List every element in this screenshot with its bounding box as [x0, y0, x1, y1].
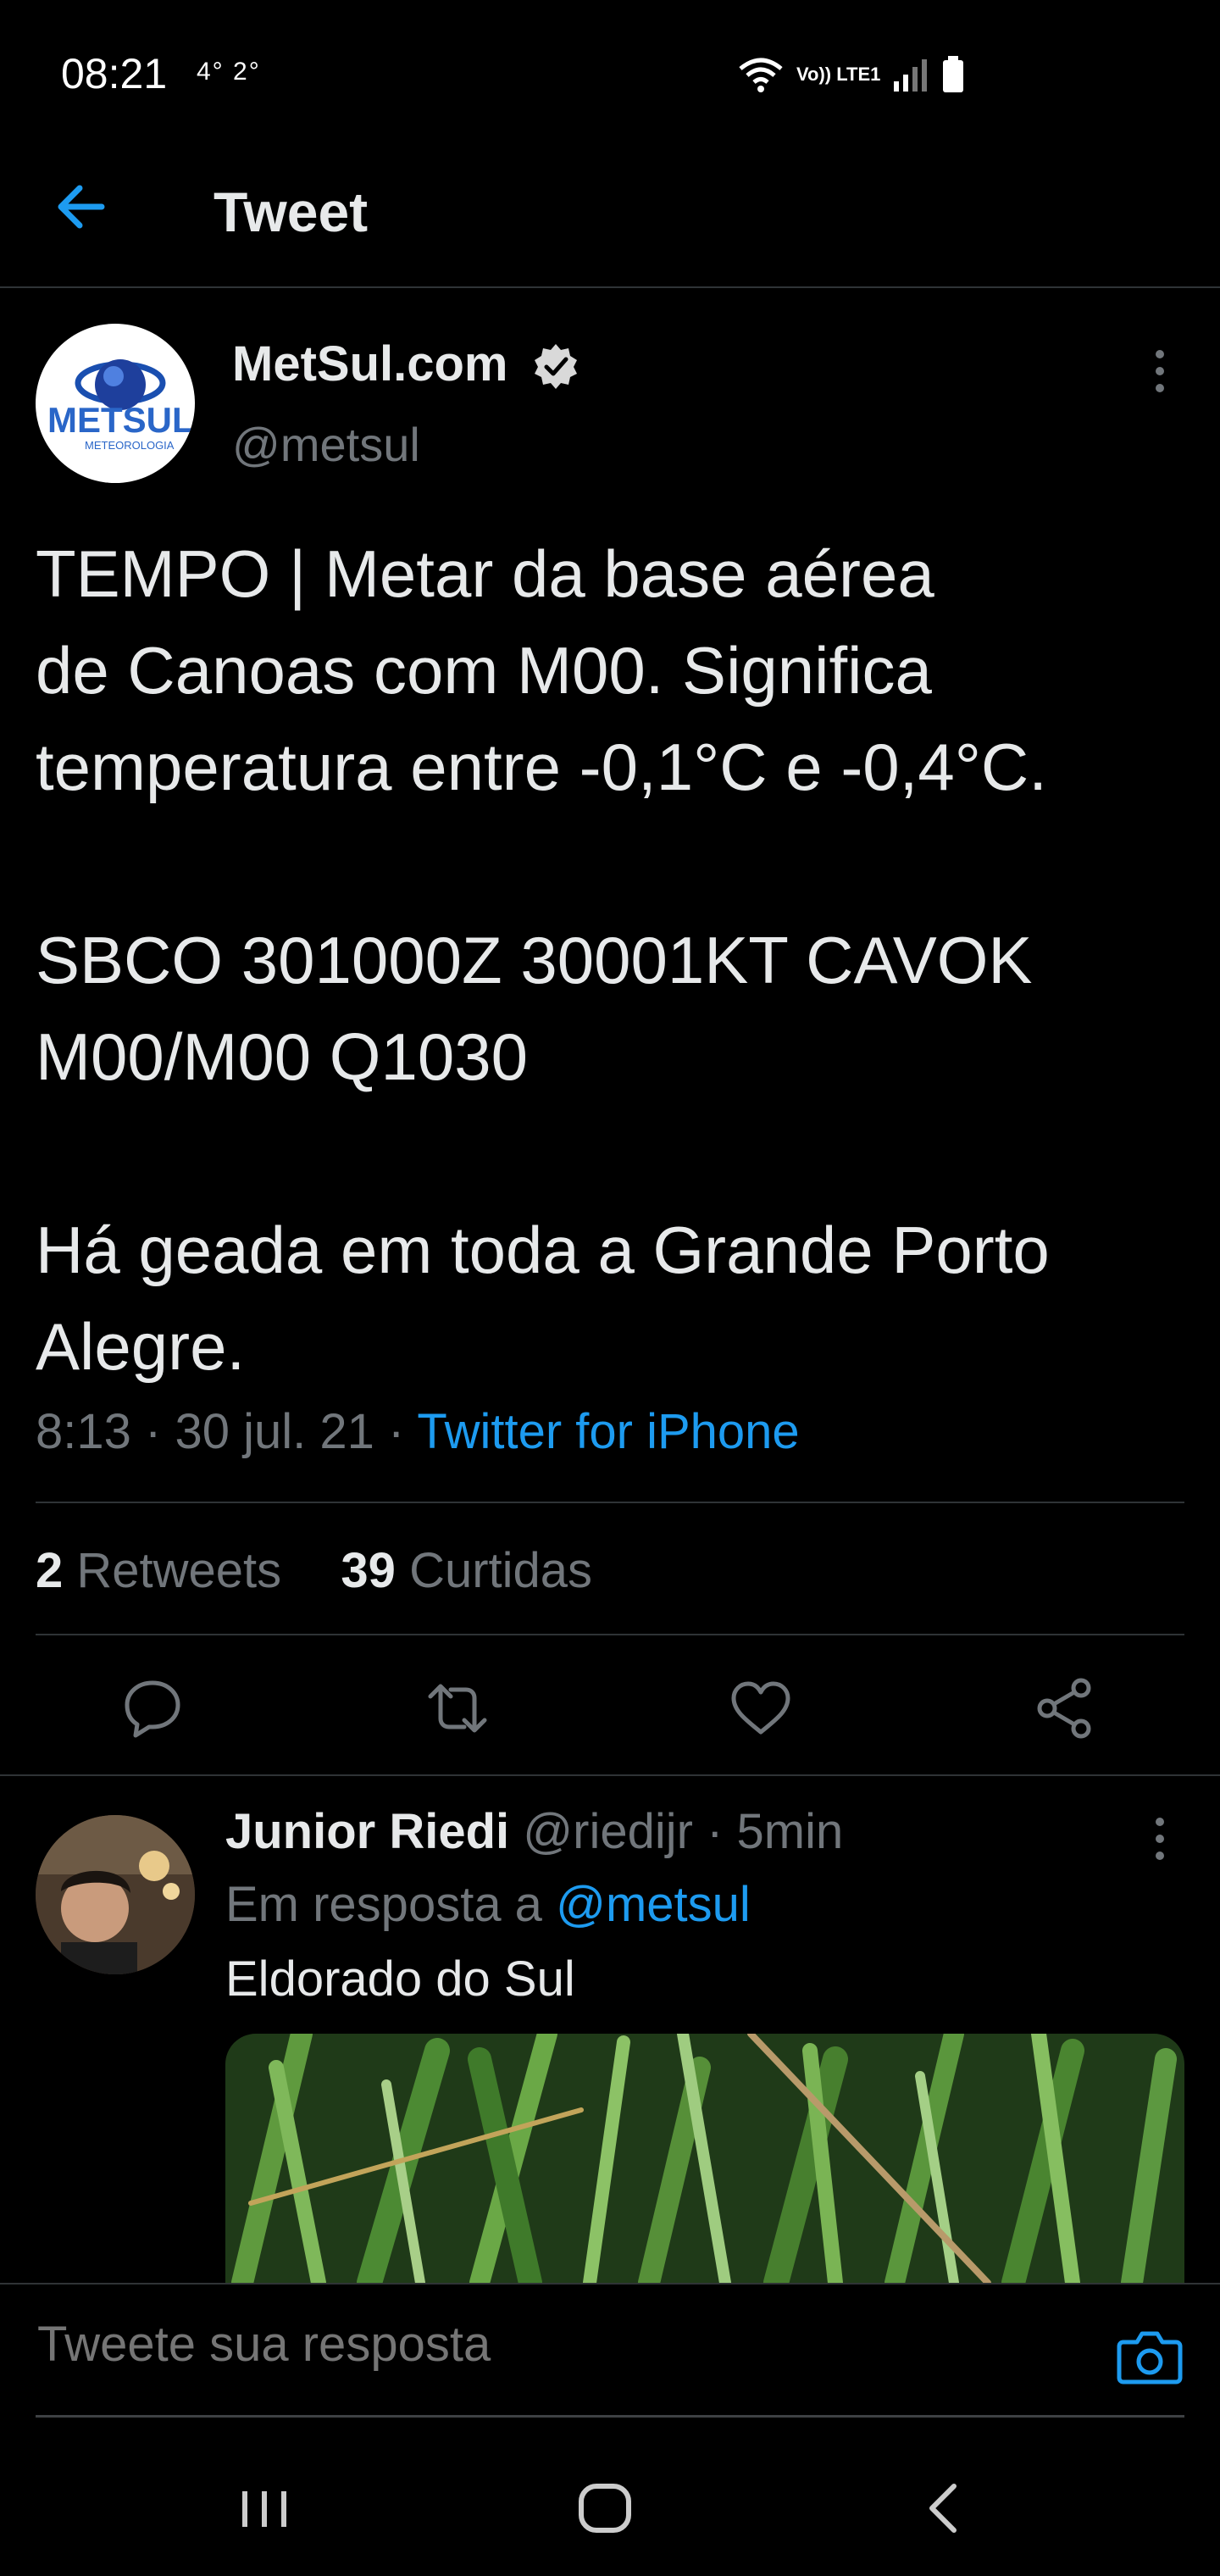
status-temperatures: 4° 2° [197, 58, 261, 86]
status-icons: Vo)) LTE1 [737, 51, 965, 98]
metsul-logo-icon: METSUL METEOROLOGIA [47, 359, 194, 452]
verified-badge-icon [535, 344, 577, 389]
reply-time: 5min [736, 1804, 844, 1859]
retweet-icon[interactable] [424, 1674, 491, 1742]
wifi-icon [739, 58, 783, 92]
tweet-stats: 2 Retweets 39 Curtidas [36, 1542, 592, 1599]
camera-icon[interactable] [1117, 2325, 1183, 2386]
composer-underline [36, 2415, 1184, 2418]
reply-icon[interactable] [119, 1674, 186, 1742]
stats-divider [36, 1634, 1184, 1635]
actions-divider [0, 1774, 1220, 1776]
reply-context: Em resposta a @metsul [225, 1876, 751, 1933]
meta-divider [36, 1502, 1184, 1503]
reply-input[interactable] [36, 2315, 1056, 2373]
user-photo-icon [36, 1815, 195, 1974]
tweet-meta: 8:13 · 30 jul. 21 · Twitter for iPhone [36, 1404, 800, 1459]
header-divider [0, 286, 1220, 288]
more-options-icon[interactable] [1147, 346, 1173, 397]
tweet-date: 30 jul. 21 [175, 1404, 374, 1459]
arrow-left-icon[interactable] [51, 176, 112, 237]
reply-mention-link[interactable]: @metsul [556, 1877, 751, 1932]
reply-text: Eldorado do Sul [225, 1951, 575, 2007]
author-name[interactable]: MetSul.com [232, 336, 508, 392]
home-icon[interactable] [571, 2474, 639, 2542]
like-icon[interactable] [727, 1674, 795, 1742]
avatar[interactable]: METSUL METEOROLOGIA [36, 324, 195, 483]
author-handle[interactable]: @metsul [232, 417, 420, 472]
signal-icon [894, 59, 928, 92]
svg-text:METEOROLOGIA: METEOROLOGIA [85, 439, 175, 452]
recent-apps-icon[interactable] [230, 2474, 298, 2542]
likes-stat[interactable]: 39 Curtidas [341, 1543, 592, 1598]
svg-text:METSUL: METSUL [47, 400, 194, 440]
avatar[interactable] [36, 1815, 195, 1974]
system-navigation-bar [0, 2440, 1220, 2576]
reply-media-image[interactable] [225, 2034, 1184, 2283]
share-icon[interactable] [1032, 1674, 1100, 1742]
reply-author-name[interactable]: Junior Riedi [225, 1804, 509, 1859]
status-time: 08:21 [61, 50, 168, 97]
grass-photo-icon [225, 2034, 1184, 2283]
battery-icon [943, 56, 964, 92]
reply-composer [0, 2283, 1220, 2418]
reply-header: Junior Riedi @riedijr · 5min [225, 1804, 844, 1859]
back-nav-icon[interactable] [912, 2474, 979, 2542]
tweet-time: 8:13 [36, 1404, 131, 1459]
page-title: Tweet [214, 180, 369, 243]
tweet-source-link[interactable]: Twitter for iPhone [417, 1404, 799, 1459]
more-options-icon[interactable] [1147, 1813, 1173, 1864]
reply-prefix: Em resposta a [225, 1877, 542, 1932]
retweets-stat[interactable]: 2 Retweets [36, 1543, 281, 1598]
reply-author-handle[interactable]: @riedijr [523, 1804, 693, 1859]
tweet-text: TEMPO | Metar da base aérea de Canoas co… [36, 536, 1050, 1384]
network-label: Vo)) LTE1 [796, 64, 881, 85]
